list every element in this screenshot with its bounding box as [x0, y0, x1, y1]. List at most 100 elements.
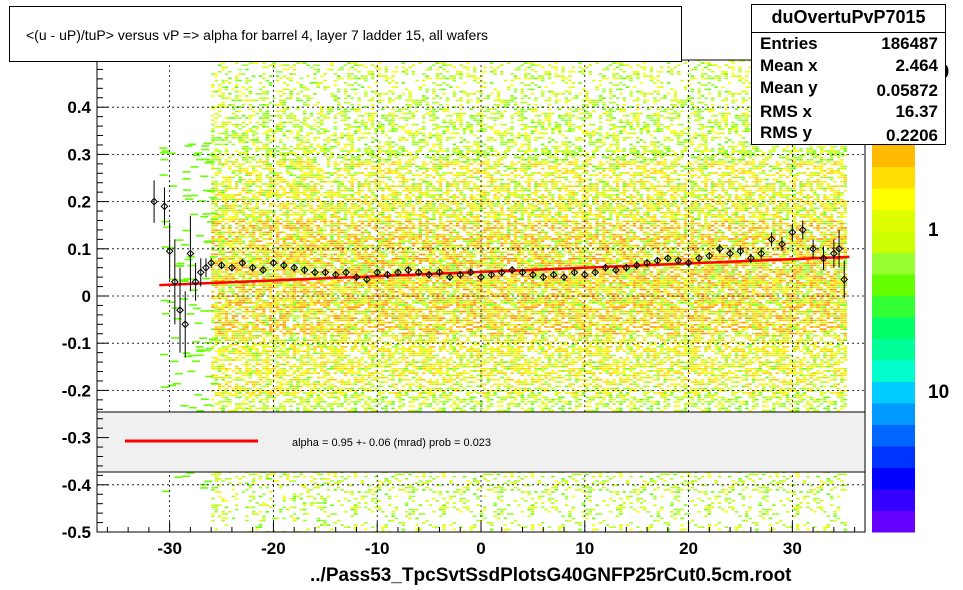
heatmap-cell — [292, 249, 297, 251]
heatmap-cell — [340, 363, 344, 366]
heatmap-cell — [303, 253, 307, 256]
heatmap-cell — [316, 394, 320, 396]
heatmap-cell — [337, 324, 341, 326]
heatmap-cell — [333, 216, 337, 218]
heatmap-cell — [296, 134, 300, 137]
heatmap-cell — [306, 176, 310, 179]
heatmap-cell — [228, 343, 232, 346]
heatmap-cell — [286, 181, 290, 183]
heatmap-cell — [279, 121, 283, 124]
heatmap-cell — [211, 321, 215, 324]
heatmap-cell — [248, 253, 252, 256]
heatmap-cell — [245, 310, 249, 313]
heatmap-cell — [323, 374, 327, 377]
heatmap-cell — [347, 403, 351, 405]
heatmap-cell — [258, 306, 263, 308]
heatmap-cell — [235, 343, 239, 346]
heatmap-cell — [272, 115, 276, 117]
heatmap-cell — [306, 189, 310, 192]
heatmap-cell — [337, 236, 341, 238]
heatmap-cell — [289, 346, 293, 348]
heatmap-cell — [252, 385, 256, 388]
heatmap-cell — [218, 209, 222, 212]
heatmap-cell — [320, 233, 324, 236]
heatmap-cell — [320, 119, 324, 121]
heatmap-cell — [326, 515, 331, 517]
heatmap-cell — [241, 348, 246, 350]
heatmap-cell — [218, 137, 222, 139]
heatmap-cell — [326, 304, 331, 306]
heatmap-cell — [214, 229, 218, 231]
heatmap-cell — [303, 209, 307, 212]
heatmap-cell — [279, 339, 283, 341]
heatmap-cell — [306, 368, 310, 370]
heatmap-cell — [340, 489, 344, 491]
heatmap-cell — [299, 326, 303, 328]
heatmap-cell — [269, 328, 273, 330]
heatmap-cell — [252, 310, 256, 313]
heatmap-cell — [320, 313, 324, 315]
heatmap-cell — [221, 93, 225, 95]
heatmap-cell — [238, 128, 242, 130]
heatmap-cell — [306, 222, 310, 225]
heatmap-cell — [303, 372, 307, 374]
heatmap-cell — [347, 132, 351, 135]
heatmap-cell — [299, 508, 303, 511]
heatmap-cell — [347, 324, 351, 326]
heatmap-cell — [354, 77, 358, 80]
heatmap-cell — [320, 368, 324, 370]
heatmap-cell — [248, 293, 252, 295]
heatmap-cell — [316, 383, 320, 385]
heatmap-cell — [221, 346, 225, 348]
heatmap-cell — [286, 260, 290, 262]
heatmap-cell — [245, 95, 249, 97]
heatmap-cell — [245, 326, 249, 328]
heatmap-cell — [286, 154, 290, 157]
heatmap-cell — [343, 264, 348, 267]
heatmap-cell — [337, 222, 341, 225]
heatmap-cell — [333, 97, 337, 99]
heatmap-cell — [235, 335, 239, 337]
heatmap-cell — [279, 357, 283, 359]
heatmap-cell — [306, 141, 310, 143]
heatmap-cell — [248, 381, 252, 383]
heatmap-cell — [265, 405, 269, 407]
heatmap-cell — [337, 486, 341, 489]
heatmap-cell — [241, 189, 246, 192]
heatmap-cell — [245, 396, 249, 399]
heatmap-cell — [320, 304, 324, 306]
heatmap-cell — [330, 339, 334, 341]
heatmap-cell — [316, 339, 320, 341]
heatmap-cell — [258, 282, 263, 284]
heatmap-cell — [357, 253, 361, 256]
heatmap-cell — [354, 409, 358, 412]
heatmap-cell — [330, 348, 334, 350]
heatmap-cell — [228, 392, 232, 394]
heatmap-cell — [306, 156, 310, 159]
heatmap-cell — [235, 255, 239, 258]
heatmap-cell — [211, 266, 215, 269]
heatmap-cell — [330, 198, 334, 201]
heatmap-cell — [214, 172, 218, 174]
heatmap-cell — [224, 209, 229, 212]
heatmap-cell — [303, 284, 307, 286]
heatmap-cell — [320, 75, 324, 77]
heatmap-cell — [238, 304, 242, 306]
heatmap-cell — [235, 240, 239, 242]
heatmap-cell — [265, 121, 269, 124]
heatmap-cell — [262, 211, 266, 214]
heatmap-cell — [296, 97, 300, 99]
heatmap-cell — [211, 238, 215, 240]
heatmap-cell — [296, 409, 300, 412]
heatmap-cell — [252, 284, 256, 286]
heatmap-cell — [299, 260, 303, 262]
heatmap-cell — [347, 207, 351, 209]
heatmap-cell — [354, 225, 358, 227]
heatmap-cell — [241, 332, 246, 335]
heatmap-cell — [269, 64, 273, 66]
heatmap-cell — [235, 315, 239, 317]
heatmap-cell — [252, 352, 256, 355]
heatmap-cell — [292, 187, 297, 190]
heatmap-cell — [320, 148, 324, 150]
heatmap-cell — [289, 348, 293, 350]
